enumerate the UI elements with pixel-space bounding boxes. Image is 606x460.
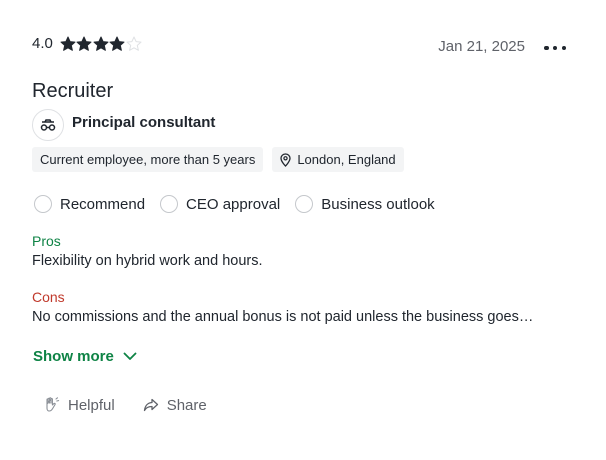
rating-value: 4.0 bbox=[32, 35, 53, 52]
tags-row: Current employee, more than 5 years Lond… bbox=[32, 147, 413, 172]
employment-status: Current employee, more than 5 years bbox=[40, 152, 256, 167]
pros-text: Flexibility on hybrid work and hours. bbox=[32, 253, 263, 269]
share-button[interactable]: Share bbox=[143, 397, 207, 414]
chevron-down-icon bbox=[123, 352, 137, 360]
empty-circle-icon bbox=[295, 195, 314, 213]
review-date: Jan 21, 2025 bbox=[438, 38, 525, 55]
share-arrow-icon bbox=[143, 398, 158, 412]
employment-tag: Current employee, more than 5 years bbox=[32, 147, 264, 172]
star-empty-icon bbox=[126, 36, 142, 51]
empty-circle-icon bbox=[160, 195, 179, 213]
star-filled-icon bbox=[60, 36, 76, 51]
more-dot-icon bbox=[544, 45, 549, 51]
more-dot-icon bbox=[552, 45, 558, 51]
location-text: London, England bbox=[297, 152, 396, 167]
recommendations-row: Recommend CEO approval Business outlook bbox=[34, 195, 450, 213]
recommend-label: Recommend bbox=[60, 195, 146, 213]
review-actions: Helpful Share bbox=[44, 396, 235, 414]
helpful-hand-icon bbox=[46, 397, 60, 412]
ceo-approval-label: CEO approval bbox=[186, 195, 281, 213]
location-pin-icon bbox=[280, 152, 291, 167]
ceo-approval-indicator: CEO approval bbox=[160, 195, 280, 213]
review-title: Recruiter bbox=[32, 80, 114, 102]
business-outlook-indicator: Business outlook bbox=[295, 195, 435, 213]
pros-heading: Pros bbox=[32, 233, 61, 249]
star-filled-icon bbox=[76, 36, 92, 51]
job-row: Principal consultant bbox=[32, 109, 215, 141]
recommend-indicator: Recommend bbox=[34, 195, 145, 213]
show-more-button[interactable]: Show more bbox=[33, 348, 137, 365]
more-dot-icon bbox=[561, 45, 566, 51]
job-title: Principal consultant bbox=[72, 114, 216, 131]
helpful-label: Helpful bbox=[68, 396, 115, 414]
share-label: Share bbox=[166, 396, 207, 414]
show-more-label: Show more bbox=[33, 348, 114, 365]
business-outlook-label: Business outlook bbox=[321, 195, 435, 213]
star-filled-icon bbox=[93, 36, 109, 51]
job-briefcase-icon bbox=[32, 109, 64, 141]
empty-circle-icon bbox=[34, 195, 52, 213]
more-options-button[interactable] bbox=[542, 38, 568, 58]
star-filled-icon bbox=[109, 36, 125, 51]
star-rating bbox=[60, 36, 143, 52]
helpful-button[interactable]: Helpful bbox=[44, 396, 115, 414]
cons-heading: Cons bbox=[32, 289, 65, 305]
rating-row: 4.0 bbox=[32, 35, 142, 52]
location-tag: London, England bbox=[272, 147, 404, 172]
cons-text: No commissions and the annual bonus is n… bbox=[32, 309, 534, 325]
